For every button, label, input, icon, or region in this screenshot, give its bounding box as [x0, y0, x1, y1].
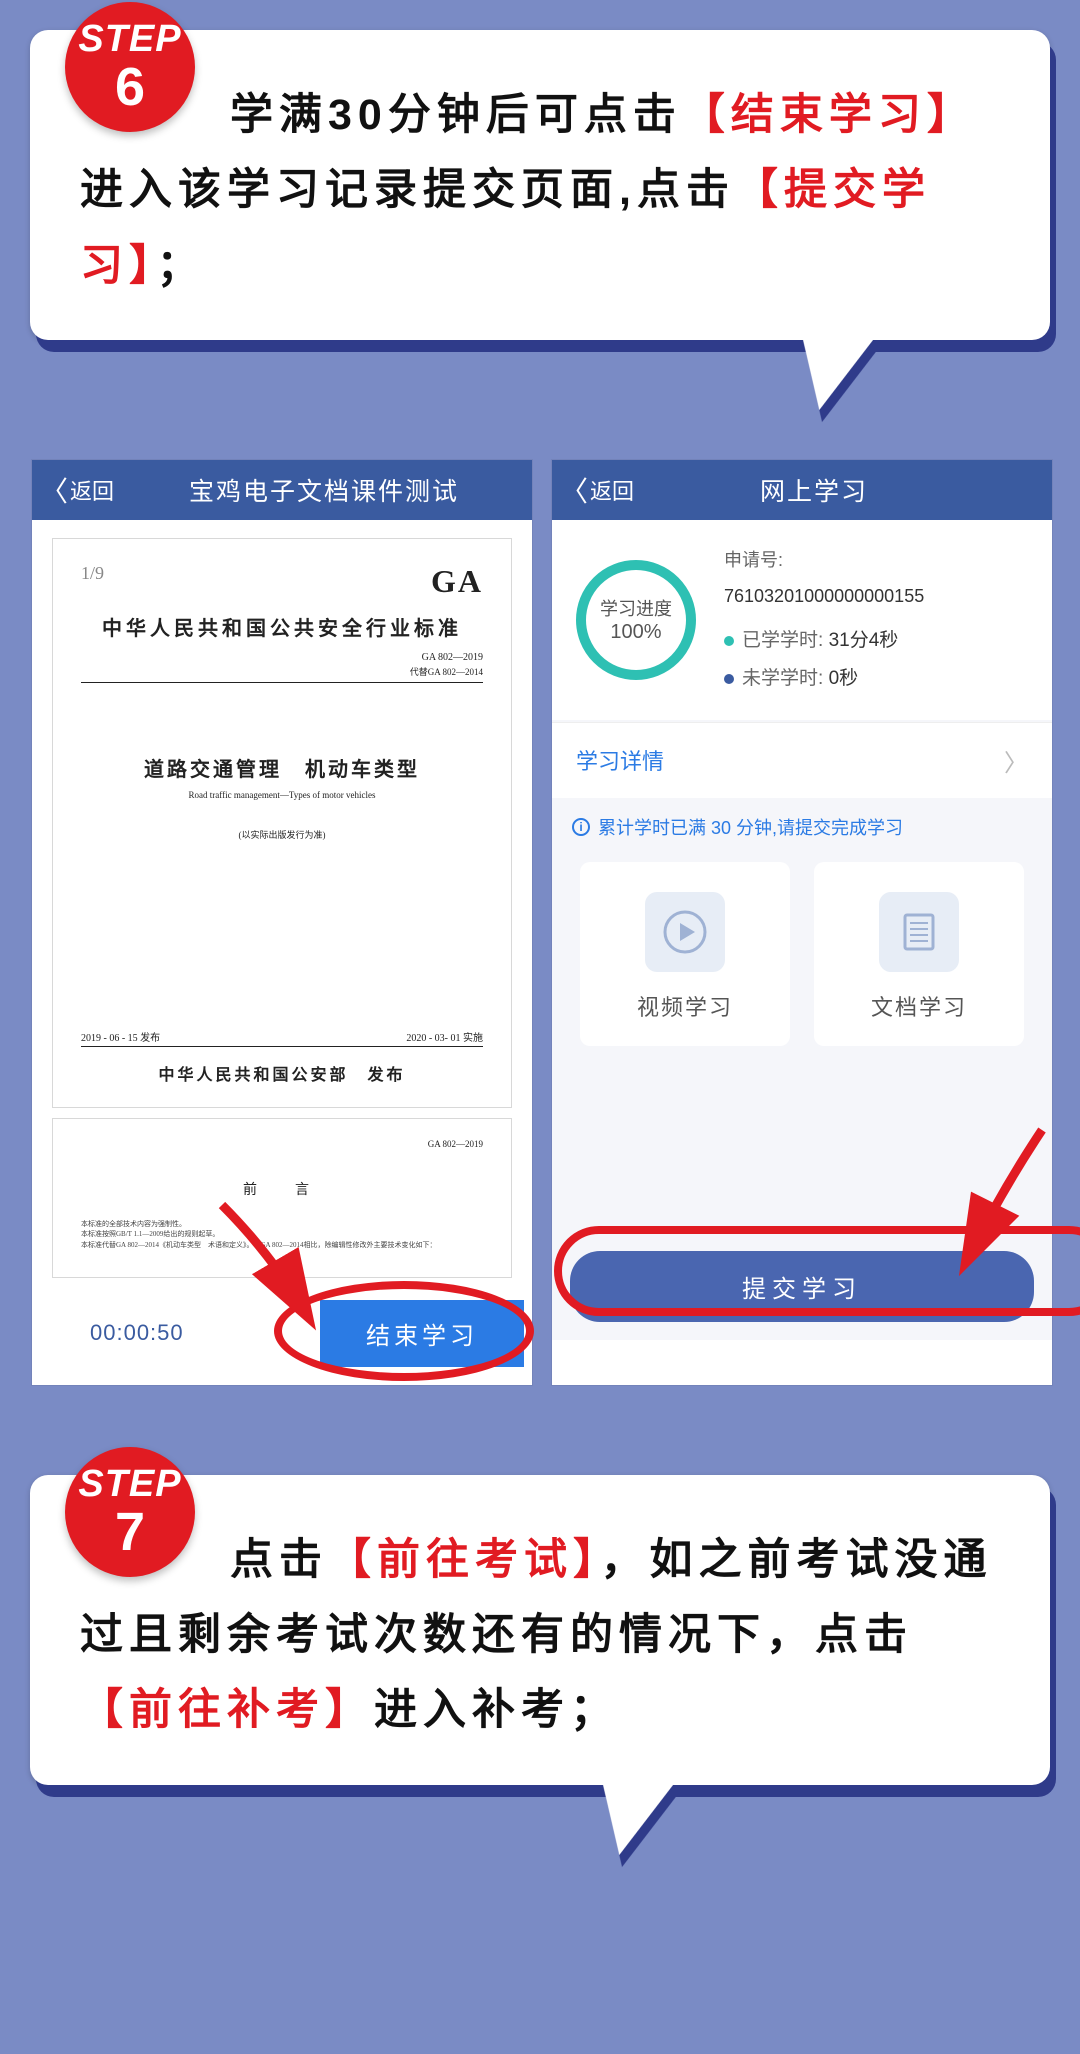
doc-label: 文档学习 [871, 990, 967, 1022]
doc-main-title-en: Road traffic management—Types of motor v… [81, 790, 483, 800]
progress-card: 学习进度 100% 申请号: 76103201000000000155 已学学时… [552, 520, 1052, 720]
ga-logo: GA [431, 563, 483, 600]
phone-b-body: 学习进度 100% 申请号: 76103201000000000155 已学学时… [552, 520, 1052, 1340]
submit-bar: 提交学习 [570, 1251, 1034, 1322]
preface-heading: 前 言 [81, 1179, 483, 1199]
chevron-right-icon: 〉 [1004, 743, 1028, 778]
progress-circle: 学习进度 100% [576, 560, 696, 680]
phone-document-viewer: 〈 返回 宝鸡电子文档课件测试 1/9 GA 中华人民共和国公共安全行业标准 G… [32, 460, 532, 1385]
submit-study-button[interactable]: 提交学习 [570, 1251, 1034, 1322]
study-detail-link[interactable]: 学习详情 〉 [552, 722, 1052, 798]
back-label: 返回 [70, 474, 114, 506]
dot-icon [724, 636, 734, 646]
doc-dates: 2019 - 06 - 15 发布 2020 - 03- 01 实施 [81, 1029, 483, 1047]
studied-label: 已学学时: [742, 630, 823, 651]
standard-title: 中华人民共和国公共安全行业标准 [81, 612, 483, 641]
back-button[interactable]: 〈 返回 [32, 460, 126, 520]
video-label: 视频学习 [637, 990, 733, 1022]
doc-main-title: 道路交通管理 机动车类型 [81, 753, 483, 782]
phones-row: 〈 返回 宝鸡电子文档课件测试 1/9 GA 中华人民共和国公共安全行业标准 G… [32, 460, 1048, 1385]
step7-bubble: STEP 7 点击【前往考试】，如之前考试没通过且剩余考试次数还有的情况下，点击… [30, 1475, 1050, 1785]
effective-date: 2020 - 03- 01 实施 [406, 1029, 483, 1044]
step6-bubble: STEP 6 学满30分钟后可点击【结束学习】进入该学习记录提交页面,点击【提交… [30, 30, 1050, 340]
phone-b-header: 〈 返回 网上学习 [552, 460, 1052, 520]
phone-study-progress: 〈 返回 网上学习 学习进度 100% 申请号: [552, 460, 1052, 1385]
document-footer: 00:00:50 结束学习 [32, 1288, 532, 1385]
preface-text: 本标准的全部技术内容为强制性。 本标准按照GB/T 1.1—2009给出的规则起… [81, 1219, 483, 1251]
publish-date: 2019 - 06 - 15 发布 [81, 1029, 160, 1044]
document-scroll[interactable]: 1/9 GA 中华人民共和国公共安全行业标准 GA 802—2019 代替GA … [32, 520, 532, 1278]
play-icon [645, 892, 725, 972]
standard-code-sub: 代替GA 802—2014 [81, 665, 483, 678]
dot-icon [724, 674, 734, 684]
doc-issuer: 中华人民共和国公安部 发布 [53, 1061, 511, 1085]
standard-code: GA 802—2019 [81, 651, 483, 665]
step6-badge: STEP 6 [65, 2, 195, 132]
doc-note: (以实际出版发行为准) [81, 828, 483, 841]
phone-a-header: 〈 返回 宝鸡电子文档课件测试 [32, 460, 532, 520]
progress-label: 学习进度 [600, 595, 672, 621]
app-no-value: 76103201000000000155 [724, 586, 924, 606]
studied-value: 31分4秒 [829, 630, 899, 651]
document-study-card[interactable]: 文档学习 [814, 862, 1024, 1046]
info-text: 累计学时已满 30 分钟,请提交完成学习 [598, 814, 903, 840]
phone-a-title: 宝鸡电子文档课件测试 [116, 472, 532, 508]
end-study-button[interactable]: 结束学习 [320, 1300, 524, 1367]
info-icon: i [572, 818, 590, 836]
step7-text: 点击【前往考试】，如之前考试没通过且剩余考试次数还有的情况下，点击【前往补考】进… [80, 1523, 1000, 1749]
page-indicator: 1/9 [81, 563, 483, 584]
phone-b-title: 网上学习 [576, 472, 1052, 508]
divider [81, 682, 483, 683]
step-number: 6 [115, 60, 145, 114]
step6-text: 学满30分钟后可点击【结束学习】进入该学习记录提交页面,点击【提交学习】； [80, 78, 1000, 304]
detail-label: 学习详情 [576, 744, 664, 776]
document-page-2: GA 802—2019 前 言 本标准的全部技术内容为强制性。 本标准按照GB/… [52, 1118, 512, 1278]
bubble-tail-icon [779, 330, 880, 410]
unstudied-value: 0秒 [829, 668, 859, 689]
app-no-label: 申请号: [724, 550, 783, 570]
progress-info: 申请号: 76103201000000000155 已学学时: 31分4秒 未学… [724, 542, 924, 698]
document-icon [879, 892, 959, 972]
progress-percent: 100% [610, 621, 661, 644]
study-mode-cards: 视频学习 文档学习 [552, 856, 1052, 1052]
step7-badge: STEP 7 [65, 1447, 195, 1577]
chevron-left-icon: 〈 [40, 470, 68, 510]
video-study-card[interactable]: 视频学习 [580, 862, 790, 1046]
step-label: STEP [78, 1465, 181, 1503]
info-note: i 累计学时已满 30 分钟,请提交完成学习 [552, 798, 1052, 856]
step-label: STEP [78, 20, 181, 58]
page2-code: GA 802—2019 [81, 1139, 483, 1149]
step-number: 7 [115, 1505, 145, 1559]
document-page-1: 1/9 GA 中华人民共和国公共安全行业标准 GA 802—2019 代替GA … [52, 538, 512, 1108]
unstudied-label: 未学学时: [742, 668, 823, 689]
bubble-tail-icon [579, 1775, 680, 1855]
study-timer: 00:00:50 [90, 1320, 184, 1346]
